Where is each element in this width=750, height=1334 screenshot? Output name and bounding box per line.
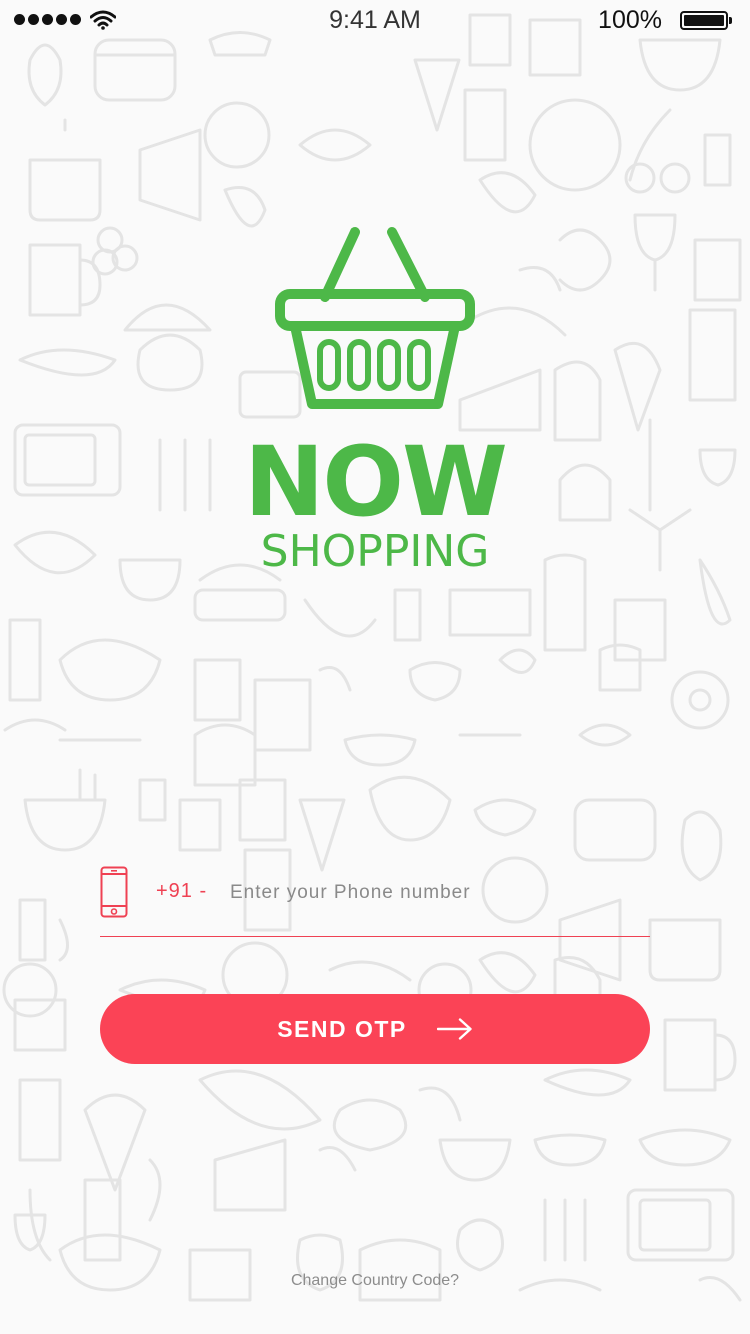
food-doodle-background <box>2 13 742 1302</box>
send-otp-label: SEND OTP <box>277 1015 407 1042</box>
brand-subtitle: SHOPPING <box>260 526 490 577</box>
battery-icon <box>680 11 732 30</box>
mobile-phone-icon <box>100 866 128 918</box>
brand-title: NOW <box>244 426 508 538</box>
shopping-basket-icon <box>275 227 475 409</box>
change-country-code-link[interactable]: Change Country Code? <box>0 1272 750 1290</box>
country-code[interactable]: +91 - <box>156 880 207 903</box>
phone-number-input[interactable] <box>228 876 642 910</box>
send-otp-button[interactable]: SEND OTP <box>100 994 650 1064</box>
phone-number-field: +91 - <box>100 862 650 937</box>
status-bar: 9:41 AM 100% <box>0 0 750 40</box>
battery-percent: 100% <box>598 6 662 34</box>
login-screen: 9:41 AM 100% NOW SHOPPING +91 - Enter yo… <box>0 0 750 1334</box>
arrow-right-icon <box>436 1018 472 1040</box>
